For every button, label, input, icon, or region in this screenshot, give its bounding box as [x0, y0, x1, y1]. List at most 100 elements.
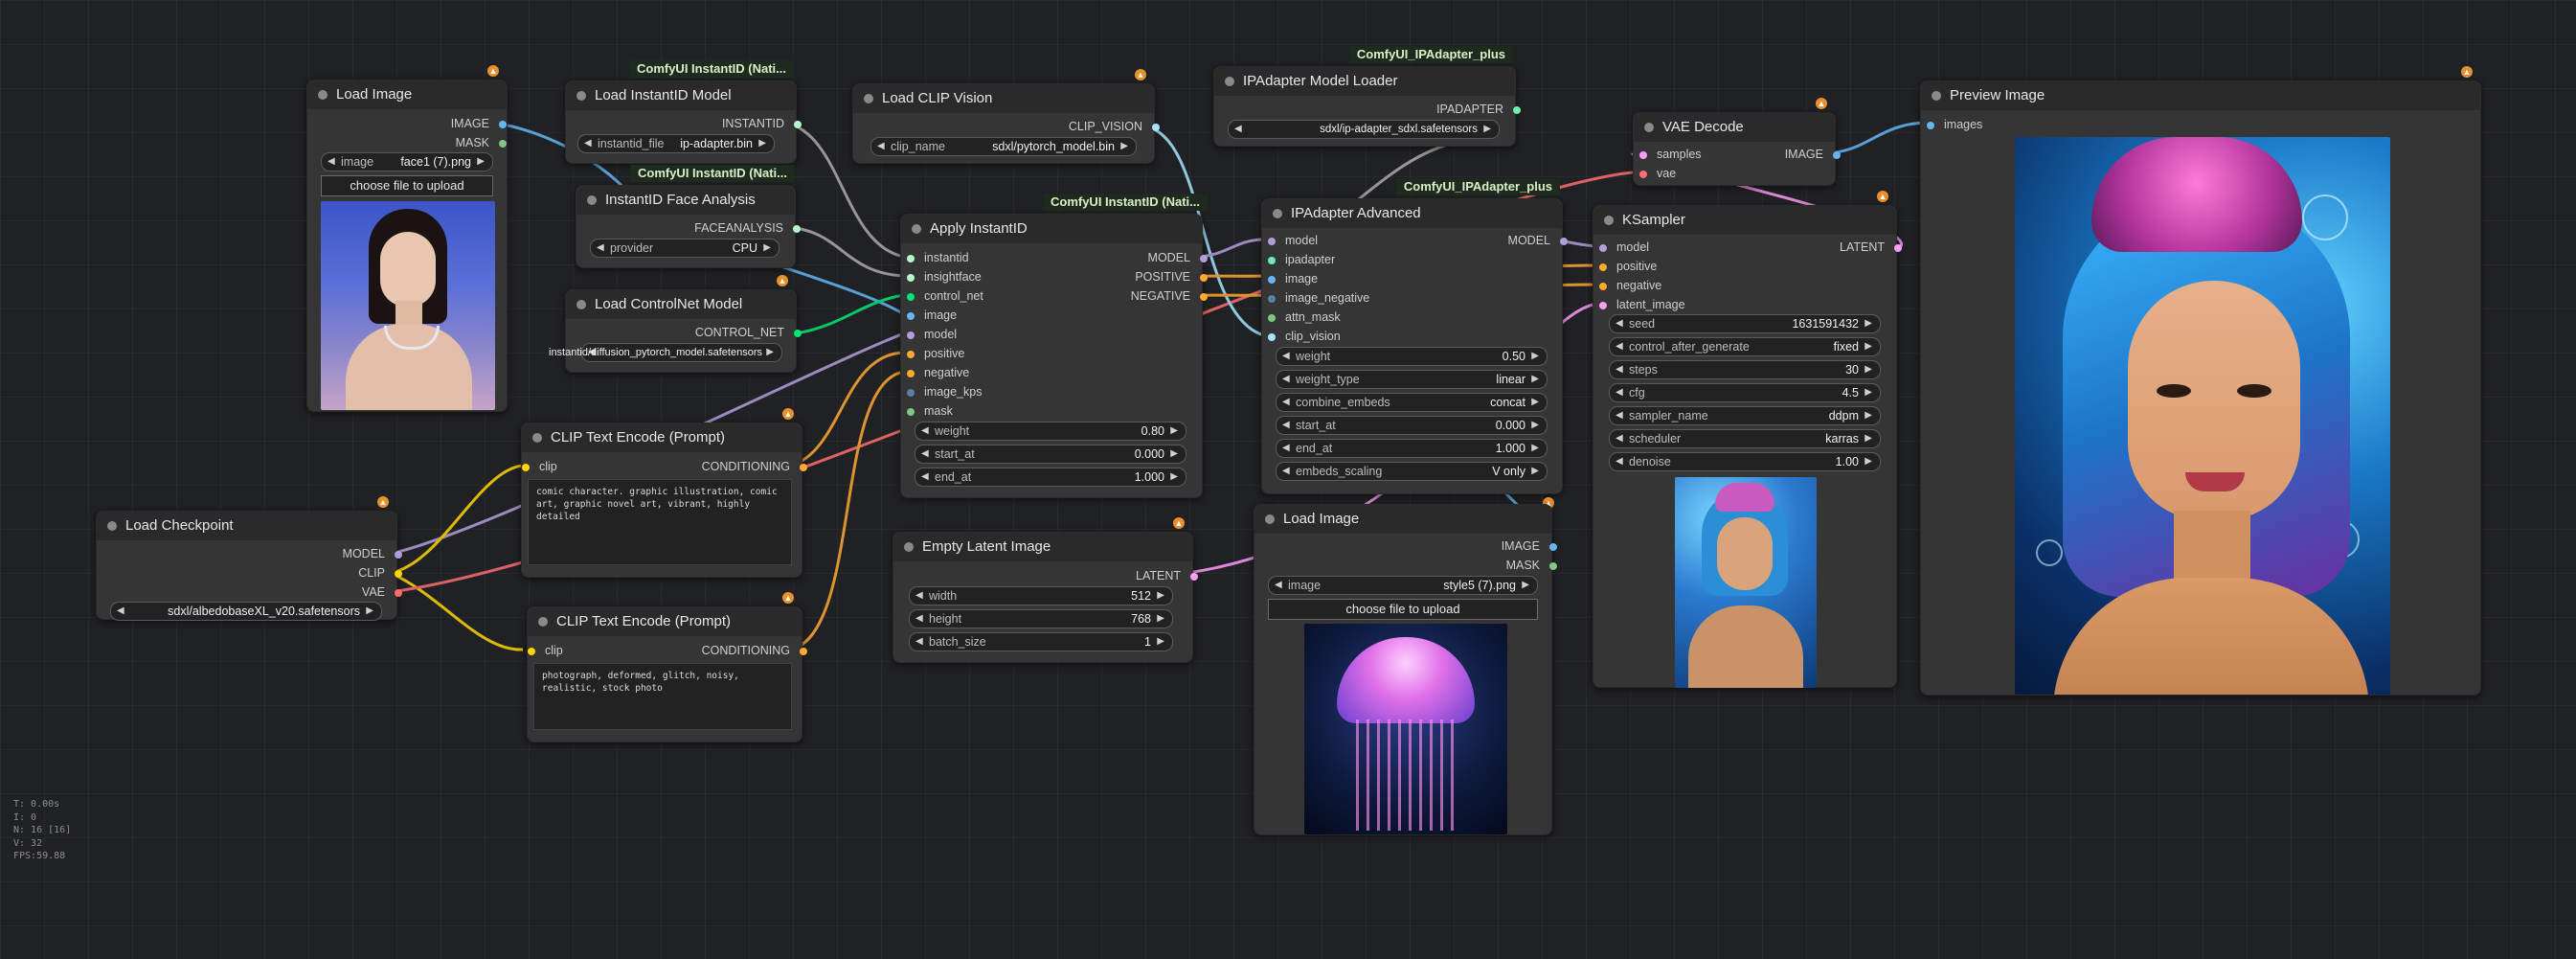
- output-model[interactable]: MODEL: [1148, 251, 1208, 264]
- node-apply-instantid[interactable]: ComfyUI InstantID (Nati... Apply Instant…: [900, 194, 1208, 498]
- arrow-left-icon[interactable]: ◀: [1275, 577, 1282, 594]
- collapse-dot-icon[interactable]: [904, 542, 914, 552]
- pin-icon[interactable]: [907, 312, 915, 320]
- node-title[interactable]: Load Image: [1254, 505, 1551, 534]
- pin-icon[interactable]: [1268, 257, 1276, 264]
- arrow-left-icon[interactable]: ◀: [1616, 453, 1623, 470]
- arrow-left-icon[interactable]: ◀: [1616, 361, 1623, 378]
- arrow-left-icon[interactable]: ◀: [328, 153, 335, 171]
- pin-icon[interactable]: [1549, 543, 1557, 551]
- node-load-controlnet[interactable]: ▲ Load ControlNet Model CONTROL_NET ◀ ins…: [549, 275, 802, 373]
- node-title[interactable]: VAE Decode: [1634, 113, 1835, 142]
- input-instantid[interactable]: instantid: [907, 251, 969, 264]
- arrow-left-icon[interactable]: ◀: [1234, 121, 1242, 138]
- node-title[interactable]: Load ControlNet Model: [566, 290, 796, 319]
- input-negative[interactable]: negative: [907, 366, 969, 379]
- node-title[interactable]: Load Image: [307, 80, 507, 109]
- node-empty-latent[interactable]: ▲ Empty Latent Image LATENT ◀ width 512 ▶ ◀…: [893, 517, 1198, 663]
- widget-cfg[interactable]: ◀ cfg 4.5 ▶: [1609, 383, 1881, 402]
- input-model[interactable]: model: [907, 328, 957, 341]
- arrow-right-icon[interactable]: ▶: [1864, 361, 1872, 378]
- pin-icon[interactable]: [1200, 293, 1208, 301]
- pin-icon[interactable]: [794, 330, 802, 337]
- pin-icon[interactable]: [1599, 302, 1607, 309]
- arrow-right-icon[interactable]: ▶: [1531, 417, 1539, 434]
- arrow-right-icon[interactable]: ▶: [766, 344, 774, 361]
- collapse-dot-icon[interactable]: [1265, 514, 1275, 524]
- arrow-left-icon[interactable]: ◀: [1616, 315, 1623, 332]
- arrow-left-icon[interactable]: ◀: [597, 240, 604, 257]
- collapse-dot-icon[interactable]: [912, 224, 921, 234]
- output-faceanalysis[interactable]: FACEANALYSIS: [694, 221, 801, 235]
- pin-icon[interactable]: [907, 370, 915, 377]
- node-preview-image[interactable]: ▲ Preview Image images: [1920, 66, 2481, 696]
- input-control-net[interactable]: control_net: [907, 289, 983, 303]
- widget-end-at[interactable]: ◀ end_at 1.000 ▶: [915, 468, 1186, 487]
- widget-end-at[interactable]: ◀ end_at 1.000 ▶: [1276, 439, 1548, 458]
- arrow-right-icon[interactable]: ▶: [1157, 633, 1164, 651]
- node-title[interactable]: Empty Latent Image: [893, 533, 1192, 561]
- output-image[interactable]: IMAGE: [1502, 539, 1557, 553]
- widget-clip-name[interactable]: ◀ clip_name sdxl/pytorch_model.bin ▶: [870, 137, 1137, 156]
- node-load-checkpoint[interactable]: ▲ Load Checkpoint MODEL CLIP VAE ◀ sdxl/a…: [96, 496, 402, 621]
- pin-icon[interactable]: [1599, 283, 1607, 290]
- pin-icon[interactable]: [528, 648, 535, 655]
- pin-icon[interactable]: [1833, 151, 1841, 159]
- output-negative[interactable]: NEGATIVE: [1131, 289, 1208, 303]
- pin-icon[interactable]: [1200, 255, 1208, 263]
- arrow-right-icon[interactable]: ▶: [1531, 440, 1539, 457]
- collapse-dot-icon[interactable]: [587, 195, 597, 205]
- collapse-dot-icon[interactable]: [1644, 123, 1654, 132]
- pin-icon[interactable]: [395, 551, 402, 559]
- pin-icon[interactable]: [1927, 122, 1934, 129]
- arrow-right-icon[interactable]: ▶: [1531, 463, 1539, 480]
- pin-icon[interactable]: [907, 293, 915, 301]
- input-attn-mask[interactable]: attn_mask: [1268, 310, 1341, 324]
- pin-icon[interactable]: [1639, 151, 1647, 159]
- collapse-dot-icon[interactable]: [576, 91, 586, 101]
- pin-icon[interactable]: [800, 648, 807, 655]
- node-load-instantid[interactable]: ComfyUI InstantID (Nati... Load InstantI…: [565, 60, 802, 164]
- pin-icon[interactable]: [1599, 244, 1607, 252]
- arrow-right-icon[interactable]: ▶: [763, 240, 771, 257]
- pin-icon[interactable]: [1549, 562, 1557, 570]
- arrow-right-icon[interactable]: ▶: [1864, 384, 1872, 401]
- arrow-left-icon[interactable]: ◀: [915, 633, 923, 651]
- pin-icon[interactable]: [1200, 274, 1208, 282]
- input-latent-image[interactable]: latent_image: [1599, 298, 1685, 311]
- output-latent[interactable]: LATENT: [1136, 569, 1198, 582]
- pin-icon[interactable]: [1268, 333, 1276, 341]
- input-image-negative[interactable]: image_negative: [1268, 291, 1369, 305]
- arrow-left-icon[interactable]: ◀: [1282, 417, 1290, 434]
- arrow-right-icon[interactable]: ▶: [477, 153, 485, 171]
- node-title[interactable]: KSampler: [1593, 206, 1896, 235]
- pin-icon[interactable]: [499, 140, 507, 148]
- arrow-left-icon[interactable]: ◀: [915, 610, 923, 628]
- node-face-analysis[interactable]: ComfyUI InstantID (Nati... InstantID Fac…: [576, 165, 801, 268]
- node-ksampler[interactable]: ▲ KSampler model positive negative laten…: [1593, 191, 1902, 688]
- input-mask[interactable]: mask: [907, 404, 953, 418]
- node-clip-text-positive[interactable]: ▲ CLIP Text Encode (Prompt) clip CONDITI…: [521, 408, 807, 578]
- output-image[interactable]: IMAGE: [451, 117, 507, 130]
- collapse-dot-icon[interactable]: [576, 300, 586, 309]
- arrow-left-icon[interactable]: ◀: [117, 603, 124, 620]
- output-ipadapter[interactable]: IPADAPTER: [1436, 103, 1521, 116]
- node-title[interactable]: CLIP Text Encode (Prompt): [528, 607, 802, 636]
- widget-height[interactable]: ◀ height 768 ▶: [909, 609, 1173, 628]
- input-samples[interactable]: samples: [1639, 148, 1702, 161]
- arrow-right-icon[interactable]: ▶: [1170, 422, 1178, 440]
- node-title[interactable]: CLIP Text Encode (Prompt): [522, 423, 802, 452]
- arrow-right-icon[interactable]: ▶: [1864, 338, 1872, 355]
- pin-icon[interactable]: [1268, 276, 1276, 284]
- arrow-left-icon[interactable]: ◀: [1282, 371, 1290, 388]
- widget-image[interactable]: ◀ image face1 (7).png ▶: [321, 152, 493, 171]
- widget-scheduler[interactable]: ◀ scheduler karras ▶: [1609, 429, 1881, 448]
- output-clip[interactable]: CLIP: [358, 566, 402, 580]
- node-ipadapter-advanced[interactable]: ComfyUI_IPAdapter_plus ▲ IPAdapter Advan…: [1261, 178, 1568, 509]
- arrow-right-icon[interactable]: ▶: [1522, 577, 1529, 594]
- pin-icon[interactable]: [907, 255, 915, 263]
- pin-icon[interactable]: [522, 464, 530, 471]
- widget-combine-embeds[interactable]: ◀ combine_embeds concat ▶: [1276, 393, 1548, 412]
- upload-button[interactable]: choose file to upload: [321, 175, 493, 196]
- output-model[interactable]: MODEL: [1508, 234, 1568, 247]
